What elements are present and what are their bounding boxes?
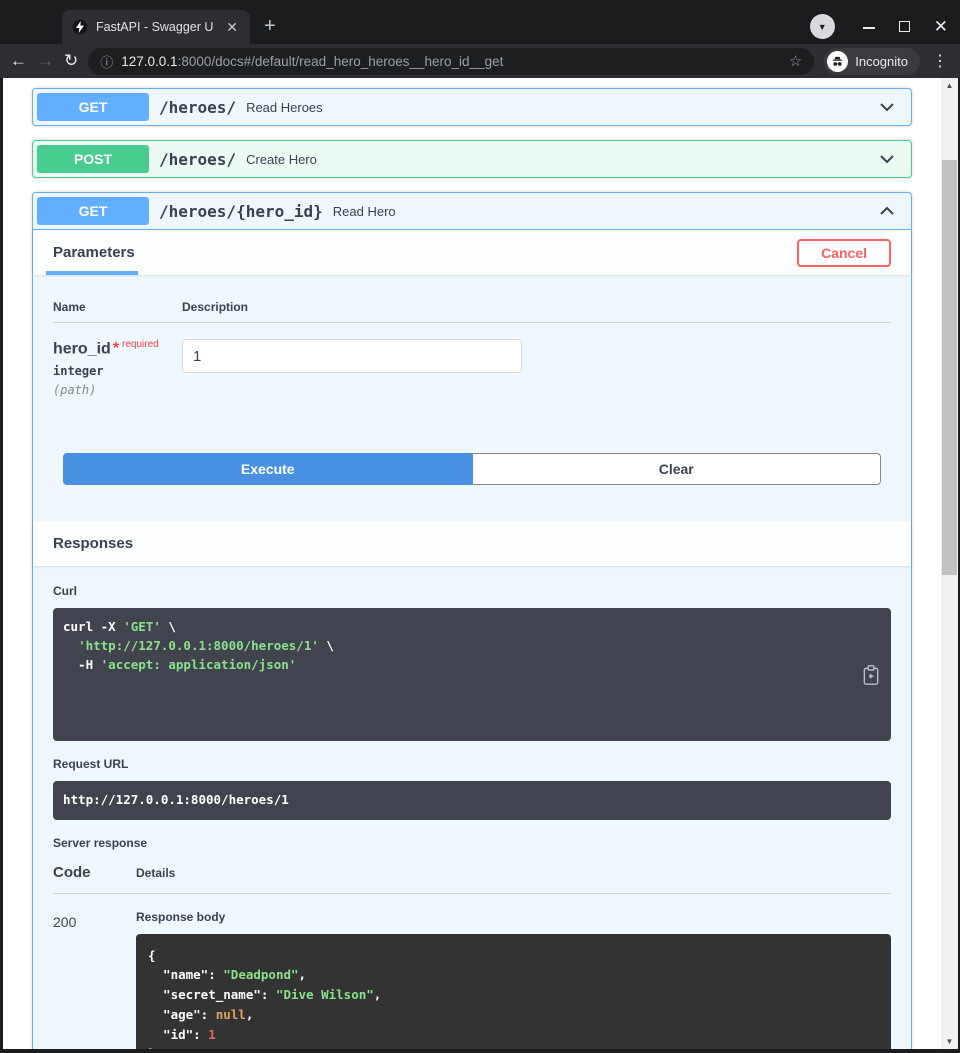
opblock-get-heroes: GET /heroes/ Read Heroes — [32, 88, 912, 126]
column-name: Name — [53, 300, 86, 314]
new-tab-button[interactable]: + — [264, 15, 276, 38]
fastapi-favicon-icon — [72, 19, 88, 35]
column-details: Details — [136, 865, 176, 880]
parameter-row: hero_id * required integer (path) — [53, 323, 891, 397]
browser-toolbar: ← → ↻ ⓘ 127.0.0.1:8000/docs#/default/rea… — [0, 44, 960, 78]
tab-title: FastAPI - Swagger UI — [96, 20, 215, 34]
scrollbar-thumb[interactable] — [942, 160, 957, 575]
server-response-label: Server response — [53, 835, 148, 850]
chevron-down-icon[interactable] — [877, 149, 897, 169]
incognito-badge: Incognito — [824, 47, 920, 75]
parameter-location: (path) — [53, 383, 97, 398]
scrollbar-up-arrow[interactable]: ▲ — [941, 81, 958, 90]
parameter-name-cell: hero_id * required integer (path) — [53, 339, 182, 397]
browser-menu-icon[interactable]: ⋮ — [930, 51, 950, 71]
browser-tab[interactable]: FastAPI - Swagger UI ✕ — [62, 10, 250, 44]
site-info-icon[interactable]: ⓘ — [100, 52, 113, 71]
page-scrollbar[interactable]: ▲ ▼ — [941, 78, 958, 1049]
required-star: * — [112, 340, 120, 358]
execute-button[interactable]: Execute — [63, 453, 473, 486]
curl-line: -H 'accept: application/json' — [63, 656, 297, 672]
parameter-description-cell — [182, 339, 522, 397]
response-body-block: { "name": "Deadpond", "secret_name": "Di… — [136, 933, 891, 1049]
tab-close-icon[interactable]: ✕ — [222, 18, 242, 36]
parameters-section: Name Description hero_id * required intege… — [33, 275, 911, 521]
address-bar[interactable]: ⓘ 127.0.0.1:8000/docs#/default/read_hero… — [88, 47, 815, 75]
parameter-name: hero_id * required — [53, 339, 159, 358]
maximize-button[interactable] — [898, 21, 910, 32]
parameters-table-head: Name Description — [53, 290, 891, 323]
clear-button[interactable]: Clear — [472, 453, 881, 486]
response-details-cell: Response body { "name": "Deadpond", "sec… — [136, 910, 891, 1049]
endpoint-path: /heroes/{hero_id} — [159, 201, 323, 221]
reload-button[interactable]: ↻ — [64, 51, 78, 71]
opblock-post-heroes-header[interactable]: POST /heroes/ Create Hero — [33, 141, 911, 177]
forward-button[interactable]: → — [37, 51, 54, 71]
cancel-button[interactable]: Cancel — [797, 238, 891, 267]
method-badge: GET — [37, 93, 149, 121]
opblock-get-hero-id-header[interactable]: GET /heroes/{hero_id} Read Hero — [33, 193, 911, 230]
page-viewport: GET /heroes/ Read Heroes POST /heroes/ C… — [3, 78, 958, 1049]
curl-command-block: curl -X 'GET' \ 'http://127.0.0.1:8000/h… — [53, 608, 891, 741]
opblock-post-heroes: POST /heroes/ Create Hero — [32, 140, 912, 178]
chevron-up-icon[interactable] — [877, 201, 897, 221]
url-text[interactable]: 127.0.0.1:8000/docs#/default/read_hero_h… — [121, 54, 781, 69]
status-code: 200 — [53, 913, 77, 930]
curl-line: 'http://127.0.0.1:8000/heroes/1' \ — [78, 638, 334, 654]
back-button[interactable]: ← — [10, 51, 27, 71]
browser-window: FastAPI - Swagger UI ✕ + ▼ ✕ ← → ↻ ⓘ 127… — [0, 0, 960, 1053]
scrollbar-down-arrow[interactable]: ▼ — [941, 1037, 958, 1046]
minimize-button[interactable] — [862, 26, 875, 29]
response-body-label: Response body — [136, 909, 226, 924]
swagger-page: GET /heroes/ Read Heroes POST /heroes/ C… — [3, 78, 941, 1049]
active-tab-underline — [46, 271, 138, 275]
endpoint-summary: Read Hero — [332, 203, 396, 219]
incognito-icon — [827, 50, 849, 72]
response-table-head: Code Details — [53, 864, 891, 894]
tab-bar: FastAPI - Swagger UI ✕ + ▼ ✕ — [0, 0, 960, 44]
curl-line: curl -X 'GET' \ — [63, 619, 176, 635]
opblock-get-hero-id: GET /heroes/{hero_id} Read Hero Paramete… — [32, 192, 912, 1049]
parameter-type: integer — [53, 364, 104, 379]
method-badge: GET — [37, 197, 149, 225]
request-url-block: http://127.0.0.1:8000/heroes/1 — [53, 780, 891, 820]
endpoint-summary: Create Hero — [246, 151, 317, 167]
tab-search-icon[interactable]: ▼ — [809, 14, 835, 39]
bookmark-star-icon[interactable]: ☆ — [789, 52, 802, 70]
responses-title: Responses — [53, 535, 134, 553]
column-code: Code — [53, 863, 91, 881]
responses-section: Curl curl -X 'GET' \ 'http://127.0.0.1:8… — [33, 566, 911, 1049]
incognito-label: Incognito — [855, 53, 908, 69]
chevron-down-icon[interactable] — [877, 97, 897, 117]
column-description: Description — [182, 300, 249, 314]
responses-header: Responses — [33, 521, 911, 567]
response-row: 200 Response body { "name": "Deadpond", … — [53, 894, 891, 1049]
curl-label: Curl — [53, 584, 77, 599]
window-controls: ▼ ✕ — [809, 14, 948, 39]
execute-row: Execute Clear — [63, 453, 881, 486]
endpoint-path: /heroes/ — [159, 149, 237, 169]
request-url-label: Request URL — [53, 756, 129, 771]
copy-curl-icon[interactable] — [861, 664, 881, 686]
endpoint-path: /heroes/ — [159, 97, 237, 117]
endpoint-summary: Read Heroes — [246, 99, 323, 115]
required-label: required — [122, 339, 159, 350]
parameters-header: Parameters Cancel — [33, 230, 911, 275]
tab-parameters[interactable]: Parameters — [53, 244, 135, 261]
method-badge: POST — [37, 145, 149, 173]
hero-id-input[interactable] — [182, 339, 522, 373]
window-close-button[interactable]: ✕ — [934, 18, 948, 35]
opblock-get-heroes-header[interactable]: GET /heroes/ Read Heroes — [33, 89, 911, 125]
